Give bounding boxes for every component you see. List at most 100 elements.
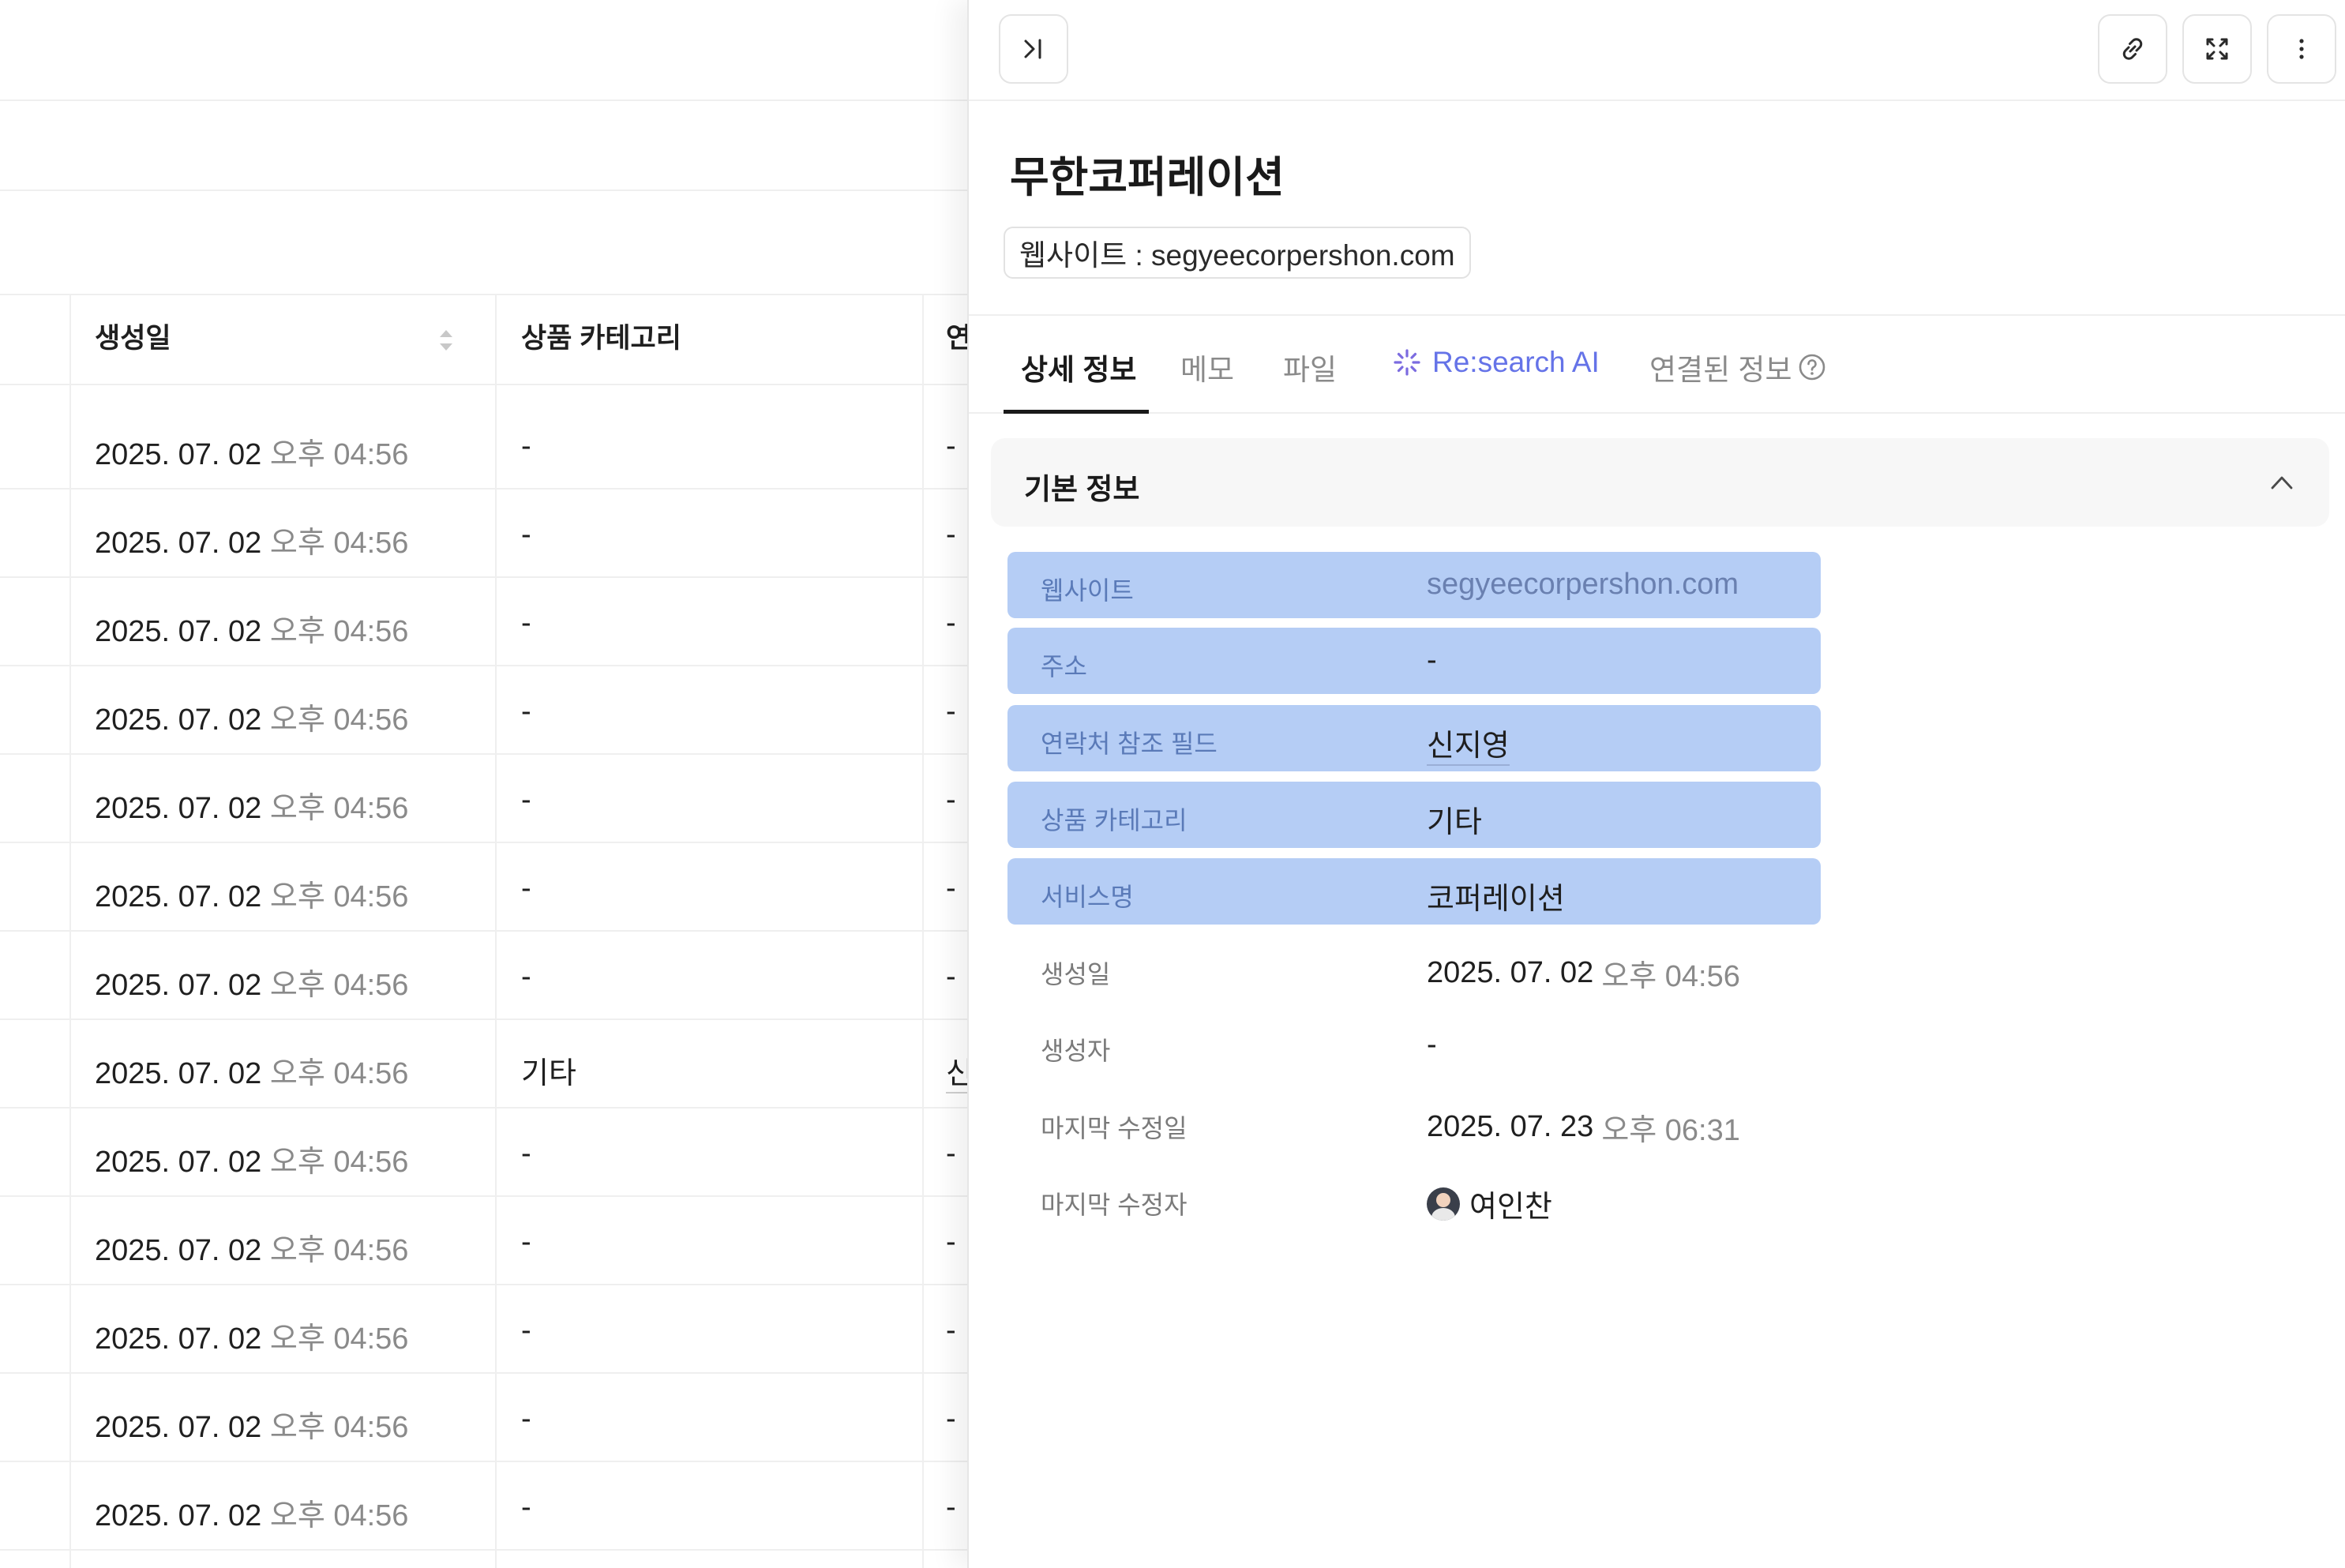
contact-link[interactable]: 신지영	[1427, 721, 1510, 766]
table-row[interactable]: 2025. 07. 02 오후 04:56 - -	[0, 1285, 979, 1374]
avatar	[1427, 1187, 1460, 1221]
third-cell: -	[946, 872, 956, 905]
active-tab-indicator	[1004, 410, 1149, 414]
category-cell: -	[521, 430, 531, 463]
column-header-created[interactable]: 생성일	[95, 316, 171, 356]
date-text: 2025. 07. 23	[1427, 1110, 1594, 1143]
third-cell: -	[946, 606, 956, 640]
category-cell: -	[521, 1314, 531, 1347]
field-modified: 마지막 수정일 2025. 07. 23 오후 06:31	[1007, 1090, 1821, 1156]
sort-icon[interactable]	[437, 327, 456, 354]
link-icon	[2122, 38, 2143, 60]
created-date: 2025. 07. 02 오후 04:56	[95, 438, 409, 471]
tab-label: Re:search AI	[1432, 346, 1600, 378]
table-row[interactable]: 2025. 07. 02 오후 04:56 - -	[0, 1374, 979, 1462]
category-cell: -	[521, 518, 531, 551]
created-date: 2025. 07. 02 오후 04:56	[95, 1057, 409, 1090]
date-text: 2025. 07. 02	[1427, 956, 1594, 989]
field-label: 연락처 참조 필드	[1041, 730, 1218, 758]
table-row[interactable]: 2025. 07. 02 오후 04:56 - -	[0, 1462, 979, 1551]
table-row[interactable]: 2025. 07. 02 오후 04:56 기타 신	[0, 1020, 979, 1108]
copy-link-button[interactable]	[2098, 14, 2167, 84]
records-table: 생성일 상품 카테고리 연 2025. 07. 02 오후 04:56 - - …	[0, 0, 979, 1568]
created-date: 2025. 07. 02 오후 04:56	[95, 1322, 409, 1356]
expand-button[interactable]	[2182, 14, 2252, 84]
modifier-value[interactable]: 여인찬	[1427, 1182, 1552, 1225]
table-row[interactable]: 2025. 07. 02 오후 04:56 - -	[0, 1197, 979, 1285]
table-row[interactable]: 2025. 07. 02 오후 04:56 - -	[0, 401, 979, 490]
table-row[interactable]: 2025. 07. 02 오후 04:56 - -	[0, 932, 979, 1020]
table-row[interactable]: 2025. 07. 02 오후 04:56 - -	[0, 666, 979, 755]
third-cell: -	[946, 960, 956, 993]
detail-tabs: 상세 정보 메모 파일 Re:search AI 연결된 정보	[969, 314, 2345, 414]
modifier-name: 여인찬	[1469, 1191, 1552, 1224]
tab-linked-info[interactable]: 연결된 정보	[1649, 346, 1828, 388]
service-value: 코퍼레이션	[1427, 883, 1565, 916]
collapse-panel-icon	[1024, 39, 1041, 59]
help-circle-icon[interactable]	[1796, 351, 1828, 383]
created-date: 2025. 07. 02 오후 04:56	[95, 1411, 409, 1444]
field-label: 상품 카테고리	[1041, 806, 1188, 835]
third-cell: -	[946, 695, 956, 728]
field-label: 마지막 수정일	[1041, 1114, 1188, 1142]
divider	[0, 99, 979, 101]
table-row[interactable]: 2025. 07. 02 오후 04:56 - -	[0, 1108, 979, 1197]
third-cell: -	[946, 783, 956, 816]
address-value: -	[1427, 643, 1437, 677]
table-row[interactable]: 2025. 07. 02 오후 04:56 - -	[0, 755, 979, 843]
field-label: 마지막 수정자	[1041, 1191, 1188, 1219]
collapse-panel-button[interactable]	[999, 14, 1068, 84]
website-chip[interactable]: 웹사이트 : segyeecorpershon.com	[1004, 227, 1471, 279]
field-category[interactable]: 상품 카테고리 기타	[1007, 782, 1821, 848]
panel-toolbar	[969, 0, 2345, 101]
tab-label: 메모	[1180, 354, 1235, 386]
created-date: 2025. 07. 02 오후 04:56	[95, 969, 409, 1002]
time-text: 오후 06:31	[1601, 1114, 1740, 1147]
field-label: 생성일	[1041, 960, 1111, 988]
third-cell: -	[946, 1402, 956, 1435]
tab-label: 연결된 정보	[1649, 354, 1792, 386]
field-label: 주소	[1041, 652, 1087, 681]
field-created: 생성일 2025. 07. 02 오후 04:56	[1007, 936, 1821, 1002]
third-cell: -	[946, 1225, 956, 1259]
category-cell: -	[521, 606, 531, 640]
section-title: 기본 정보	[1024, 473, 1140, 505]
tab-file[interactable]: 파일	[1283, 346, 1337, 388]
table-row[interactable]: 2025. 07. 02 오후 04:56 - -	[0, 578, 979, 666]
created-date: 2025. 07. 02 오후 04:56	[95, 1234, 409, 1267]
field-creator: 생성자 -	[1007, 1012, 1821, 1078]
field-service[interactable]: 서비스명 코퍼레이션	[1007, 858, 1821, 925]
category-cell: -	[521, 1225, 531, 1259]
created-value: 2025. 07. 02 오후 04:56	[1427, 951, 1740, 995]
third-cell: -	[946, 1314, 956, 1347]
category-cell: -	[521, 960, 531, 993]
detail-side-panel: 무한코퍼레이션 웹사이트 : segyeecorpershon.com 상세 정…	[967, 0, 2345, 1568]
created-date: 2025. 07. 02 오후 04:56	[95, 1146, 409, 1179]
more-vertical-icon	[2299, 39, 2304, 59]
field-contact-ref[interactable]: 연락처 참조 필드 신지영	[1007, 705, 1821, 771]
modified-value: 2025. 07. 23 오후 06:31	[1427, 1105, 1740, 1149]
field-label: 웹사이트	[1041, 576, 1134, 605]
field-modifier: 마지막 수정자 여인찬	[1007, 1166, 1821, 1232]
tab-detail[interactable]: 상세 정보	[1021, 346, 1136, 388]
table-row[interactable]: 2025. 07. 02 오후 04:56 - -	[0, 490, 979, 578]
contact-ref-value[interactable]: 신지영	[1427, 721, 1510, 766]
column-header-category[interactable]: 상품 카테고리	[521, 316, 681, 356]
category-cell: -	[521, 695, 531, 728]
tab-label: 파일	[1283, 354, 1338, 386]
field-website[interactable]: 웹사이트 segyeecorpershon.com	[1007, 552, 1821, 618]
field-label: 생성자	[1041, 1037, 1111, 1065]
basic-info-section-header[interactable]: 기본 정보	[991, 438, 2329, 527]
divider	[0, 384, 979, 385]
third-cell: -	[946, 430, 956, 463]
category-cell: -	[521, 1491, 531, 1524]
tab-memo[interactable]: 메모	[1180, 346, 1234, 388]
created-date: 2025. 07. 02 오후 04:56	[95, 880, 409, 913]
website-value[interactable]: segyeecorpershon.com	[1427, 568, 1739, 602]
table-row[interactable]: 2025. 07. 02 오후 04:56 - -	[0, 843, 979, 932]
field-address[interactable]: 주소 -	[1007, 628, 1821, 694]
tab-research-ai[interactable]: Re:search AI	[1391, 346, 1600, 379]
chevron-up-icon[interactable]	[2266, 467, 2298, 498]
more-options-button[interactable]	[2267, 14, 2336, 84]
category-cell: -	[521, 872, 531, 905]
